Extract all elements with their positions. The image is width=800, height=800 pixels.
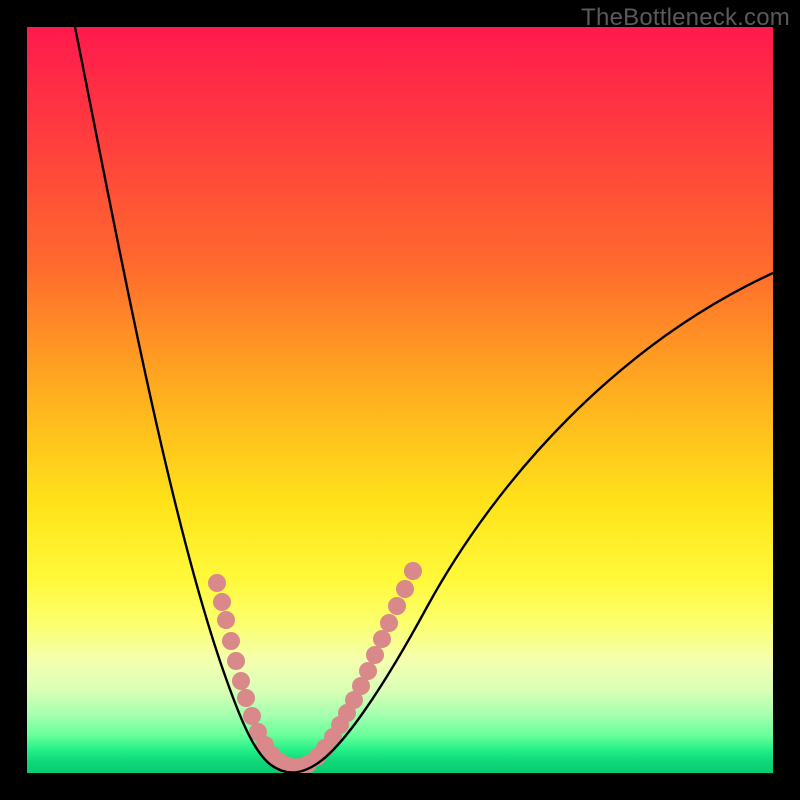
marker-dot	[373, 630, 391, 648]
marker-dot	[380, 614, 398, 632]
marker-dot	[208, 574, 226, 592]
outer-frame: TheBottleneck.com	[0, 0, 800, 800]
marker-dot	[388, 597, 406, 615]
marker-dot	[213, 593, 231, 611]
marker-dot	[222, 632, 240, 650]
marker-dot	[232, 672, 250, 690]
marker-dot	[359, 662, 377, 680]
plot-area	[27, 27, 773, 773]
marker-dot	[396, 580, 414, 598]
marker-dot	[237, 689, 255, 707]
watermark-text: TheBottleneck.com	[581, 4, 790, 32]
bottleneck-curve	[75, 27, 773, 773]
marker-dot	[217, 611, 235, 629]
marker-dots-layer	[208, 562, 422, 773]
marker-dot	[227, 652, 245, 670]
chart-svg	[27, 27, 773, 773]
marker-dot	[243, 707, 261, 725]
marker-dot	[404, 562, 422, 580]
marker-dot	[366, 646, 384, 664]
